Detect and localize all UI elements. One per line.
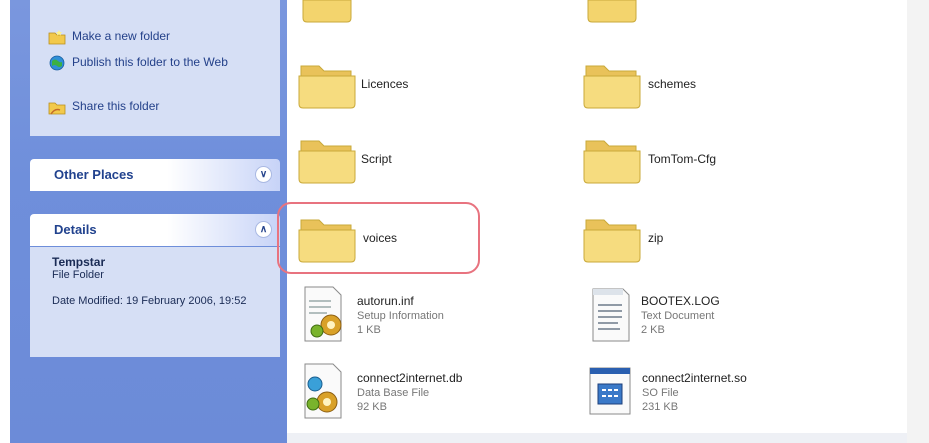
file-item-bootex[interactable]: BOOTEX.LOG Text Document 2 KB xyxy=(587,285,720,345)
folder-item-tomtom-cfg[interactable]: TomTom-Cfg xyxy=(582,133,716,185)
task-publish-web[interactable]: Publish this folder to the Web xyxy=(48,55,248,71)
file-size: 92 KB xyxy=(357,400,387,413)
next-row-edge xyxy=(287,433,907,443)
folder-icon xyxy=(583,219,641,263)
file-kind: Setup Information xyxy=(357,309,444,322)
folder-item-script[interactable]: Script xyxy=(297,133,392,185)
details-type: File Folder xyxy=(52,269,104,281)
file-kind: SO File xyxy=(642,386,679,399)
file-item-autorun[interactable]: autorun.inf Setup Information 1 KB xyxy=(297,285,444,345)
details-date: Date Modified: 19 February 2006, 19:52 xyxy=(52,295,247,307)
file-text: autorun.inf Setup Information 1 KB xyxy=(357,294,444,337)
file-name: connect2internet.so xyxy=(642,370,747,385)
folder-name: Licences xyxy=(361,77,409,91)
file-item-connect2internet-so[interactable]: connect2internet.so SO File 231 KB xyxy=(584,362,747,422)
other-places-header[interactable]: Other Places ∨ xyxy=(30,159,280,191)
details-name: Tempstar xyxy=(52,255,106,269)
task-pane: Make a new folder Publish this folder to… xyxy=(10,0,287,443)
folder-item[interactable] xyxy=(582,0,642,24)
task-label: Publish this folder to the Web xyxy=(72,55,228,69)
so-file-icon xyxy=(589,367,631,415)
file-kind: Text Document xyxy=(641,309,715,322)
new-folder-icon xyxy=(48,30,66,45)
database-file-icon xyxy=(304,363,342,419)
folder-icon xyxy=(587,0,637,23)
task-make-new-folder[interactable]: Make a new folder xyxy=(48,29,170,45)
folder-item[interactable] xyxy=(297,0,357,24)
folder-icon xyxy=(298,65,356,109)
file-size: 1 KB xyxy=(357,323,381,336)
task-label: Make a new folder xyxy=(72,29,171,43)
file-text: connect2internet.db Data Base File 92 KB xyxy=(357,371,462,414)
window-edge xyxy=(907,0,929,443)
folder-item-zip[interactable]: zip xyxy=(582,212,663,264)
folder-name: voices xyxy=(363,231,398,245)
collapse-icon[interactable]: ∧ xyxy=(255,221,272,238)
file-name: autorun.inf xyxy=(357,293,414,308)
task-share-folder[interactable]: Share this folder xyxy=(48,99,159,115)
details-header[interactable]: Details ∧ xyxy=(30,214,280,246)
folder-icon xyxy=(298,219,356,263)
file-text: BOOTEX.LOG Text Document 2 KB xyxy=(641,294,720,337)
folder-icon xyxy=(583,140,641,184)
folder-icon xyxy=(583,65,641,109)
setup-information-icon xyxy=(304,286,342,342)
text-document-icon xyxy=(592,288,630,342)
folder-name: schemes xyxy=(648,77,697,91)
folder-name: zip xyxy=(648,231,664,245)
file-item-connect2internet-db[interactable]: connect2internet.db Data Base File 92 KB xyxy=(297,362,462,422)
file-name: BOOTEX.LOG xyxy=(641,293,720,308)
file-kind: Data Base File xyxy=(357,386,430,399)
expand-icon[interactable]: ∨ xyxy=(255,166,272,183)
file-name: connect2internet.db xyxy=(357,370,463,385)
folder-icon xyxy=(298,140,356,184)
file-size: 2 KB xyxy=(641,323,665,336)
publish-web-icon xyxy=(49,55,65,71)
folder-name: TomTom-Cfg xyxy=(648,152,717,166)
task-label: Share this folder xyxy=(72,99,160,113)
folder-icon xyxy=(302,0,352,23)
folder-item-schemes[interactable]: schemes xyxy=(582,58,696,110)
details-panel: Tempstar File Folder Date Modified: 19 F… xyxy=(30,247,280,357)
file-text: connect2internet.so SO File 231 KB xyxy=(642,371,747,414)
folder-tasks-panel: Make a new folder Publish this folder to… xyxy=(30,0,280,136)
folder-item-voices[interactable]: voices xyxy=(297,212,397,264)
folder-item-licences[interactable]: Licences xyxy=(297,58,408,110)
folder-name: Script xyxy=(361,152,392,166)
file-size: 231 KB xyxy=(642,400,679,413)
share-folder-icon xyxy=(48,102,66,115)
details-title: Details xyxy=(54,222,97,237)
other-places-title: Other Places xyxy=(54,167,134,182)
